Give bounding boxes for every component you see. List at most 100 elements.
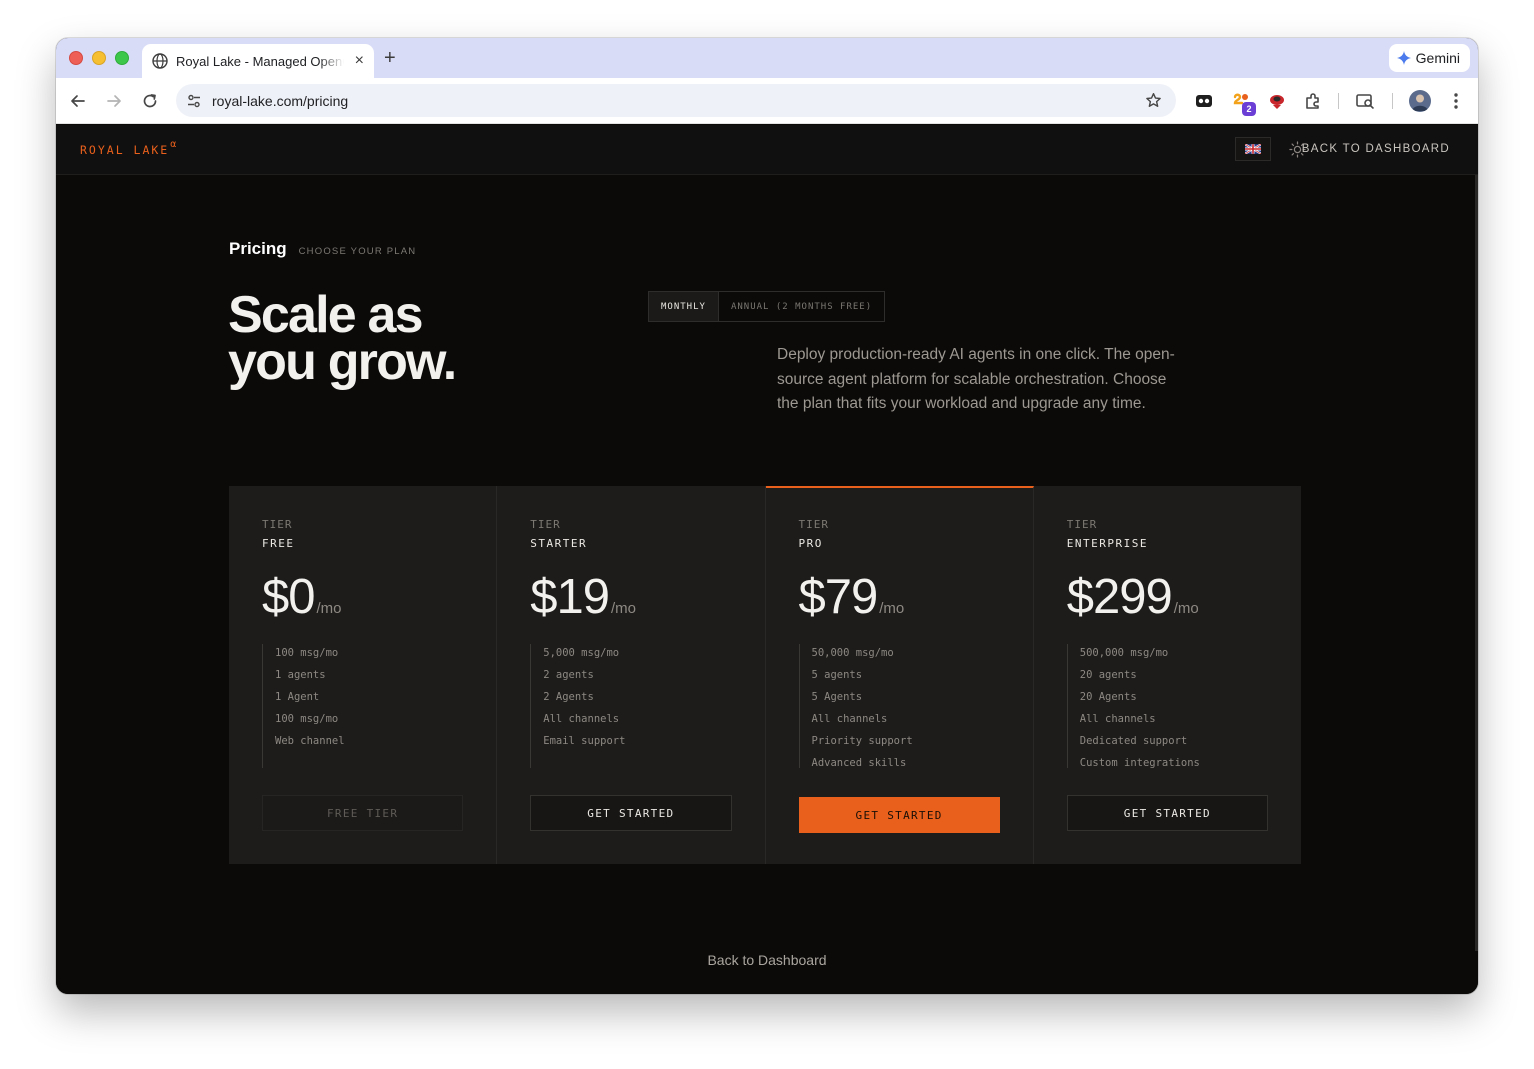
language-selector[interactable] — [1235, 137, 1271, 161]
plan-feature: Custom integrations — [1079, 757, 1200, 769]
plan-feature: 500,000 msg/mo — [1079, 647, 1169, 659]
plan-feature: 100 msg/mo — [275, 647, 339, 659]
pro-get-started-button[interactable]: GET STARTED — [798, 797, 1000, 833]
plan-period: /mo — [316, 600, 342, 617]
browser-tab[interactable]: Royal Lake - Managed OpenClaw × — [142, 44, 374, 78]
plan-feature: 5 Agents — [811, 691, 863, 703]
plan-feature: 2 agents — [543, 669, 594, 681]
bird-extension-icon[interactable] — [1267, 91, 1287, 111]
plan-tier-label: TIER — [1066, 518, 1098, 531]
page-content: ROYAL LAKEα BACK TO DASHBOARD Pricing CH… — [56, 125, 1478, 994]
logo-alpha: α — [170, 139, 177, 150]
extension-badge: 2 — [1242, 102, 1256, 116]
tab-manager-extension-icon[interactable] — [1194, 91, 1214, 111]
plan-feature: Email support — [543, 735, 626, 747]
plan-period: /mo — [611, 600, 637, 617]
plan-tier-label: TIER — [798, 518, 829, 531]
starter-get-started-button[interactable]: GET STARTED — [530, 795, 732, 831]
plan-price: $299 /mo — [1067, 570, 1268, 624]
plan-tier-label: TIER — [262, 518, 293, 531]
monthly-option[interactable]: MONTHLY — [649, 292, 719, 321]
enterprise-get-started-button[interactable]: GET STARTED — [1066, 795, 1268, 831]
plan-name: STARTER — [530, 537, 588, 550]
plan-card-enterprise: TIER ENTERPRISE $299 /mo 500,000 msg/mo … — [1033, 486, 1301, 864]
plan-card-pro: TIER PRO $79 /mo 50,000 msg/mo 5 agents … — [765, 486, 1034, 864]
plan-amount: $19 — [530, 570, 610, 624]
annual-option[interactable]: ANNUAL (2 MONTHS FREE) — [719, 292, 884, 321]
page-heading: Pricing CHOOSE YOUR PLAN — [229, 239, 416, 259]
free-tier-button[interactable]: FREE TIER — [262, 795, 464, 831]
browser-toolbar: royal-lake.com/pricing 2 — [56, 78, 1478, 124]
toolbar-separator — [1392, 93, 1393, 109]
profile-avatar[interactable] — [1409, 90, 1431, 112]
plan-feature: All channels — [543, 713, 620, 725]
page-scrollbar[interactable] — [1475, 175, 1478, 951]
site-settings-icon[interactable] — [186, 93, 202, 109]
plan-name: PRO — [798, 537, 823, 550]
plan-tier-label: TIER — [530, 518, 561, 531]
plan-price: $79 /mo — [799, 570, 1000, 624]
plan-price: $0 /mo — [262, 570, 463, 624]
uk-flag-icon — [1245, 144, 1261, 154]
plan-features: 100 msg/mo 1 agents 1 Agent 100 msg/mo W… — [262, 644, 463, 768]
gemini-spark-icon — [1396, 51, 1411, 65]
new-tab-button[interactable]: + — [384, 47, 396, 69]
plan-feature: Web channel — [275, 735, 345, 747]
plan-card-starter: TIER STARTER $19 /mo 5,000 msg/mo 2 agen… — [497, 486, 766, 864]
plan-feature: All channels — [1079, 713, 1156, 725]
plan-feature: 50,000 msg/mo — [811, 647, 894, 659]
plan-name: FREE — [262, 537, 295, 550]
back-icon[interactable] — [68, 91, 88, 111]
logo-text: ROYAL LAKE — [80, 143, 170, 157]
toolbar-separator — [1338, 93, 1339, 109]
reload-icon[interactable] — [140, 91, 160, 111]
menu-icon[interactable] — [1446, 91, 1466, 111]
back-to-dashboard-link[interactable]: BACK TO DASHBOARD — [1302, 143, 1450, 155]
plan-name: ENTERPRISE — [1066, 537, 1148, 550]
tab-close-icon[interactable]: × — [355, 53, 364, 69]
plan-card-free: TIER FREE $0 /mo 100 msg/mo 1 agents 1 A… — [229, 486, 498, 864]
address-bar[interactable]: royal-lake.com/pricing — [176, 84, 1176, 117]
plan-feature: 1 Agent — [275, 691, 320, 703]
plan-features: 5,000 msg/mo 2 agents 2 Agents All chann… — [530, 644, 731, 768]
site-logo[interactable]: ROYAL LAKEα — [80, 139, 176, 157]
back-to-dashboard-footer-link[interactable]: Back to Dashboard — [56, 952, 1478, 968]
plan-period: /mo — [1173, 600, 1199, 617]
globe-icon — [152, 53, 168, 69]
close-window-button[interactable] — [69, 51, 83, 65]
plan-feature: Dedicated support — [1079, 735, 1188, 747]
plan-feature: 20 agents — [1079, 669, 1137, 681]
page-subtitle: CHOOSE YOUR PLAN — [298, 246, 417, 257]
plan-feature: 20 Agents — [1079, 691, 1137, 703]
plan-features: 500,000 msg/mo 20 agents 20 Agents All c… — [1066, 644, 1268, 769]
reading-mode-icon[interactable] — [1355, 91, 1375, 111]
hero-description: Deploy production-ready AI agents in one… — [777, 346, 1175, 412]
plan-feature: Advanced skills — [811, 757, 907, 769]
extensions-icon[interactable] — [1303, 91, 1323, 111]
plan-amount: $79 — [798, 570, 879, 624]
pricing-plans: TIER FREE $0 /mo 100 msg/mo 1 agents 1 A… — [229, 486, 1301, 864]
plan-amount: $0 — [262, 570, 316, 624]
gemini-button[interactable]: Gemini — [1388, 44, 1470, 72]
tab-title: Royal Lake - Managed OpenClaw — [176, 53, 344, 69]
tab-strip: Royal Lake - Managed OpenClaw × + Gemini — [56, 38, 1478, 78]
page-title: Pricing — [229, 239, 287, 258]
hero-title-line-2: you grow. — [228, 333, 457, 391]
plan-feature: 5,000 msg/mo — [543, 647, 620, 659]
star-icon[interactable] — [1145, 92, 1162, 109]
plan-feature: 1 agents — [275, 669, 326, 681]
plan-feature: 5 agents — [811, 669, 863, 681]
billing-period-toggle: MONTHLY ANNUAL (2 MONTHS FREE) — [648, 291, 886, 322]
site-header: ROYAL LAKEα BACK TO DASHBOARD — [56, 125, 1478, 175]
minimize-window-button[interactable] — [92, 51, 106, 65]
maximize-window-button[interactable] — [115, 51, 129, 65]
url-text: royal-lake.com/pricing — [212, 92, 349, 109]
forward-icon[interactable] — [104, 91, 124, 111]
browser-window: Royal Lake - Managed OpenClaw × + Gemini — [56, 38, 1478, 994]
gemini-label: Gemini — [1415, 50, 1460, 66]
plan-feature: All channels — [811, 713, 888, 725]
extension-with-badge-icon[interactable]: 2 — [1231, 91, 1256, 116]
plan-feature: 2 Agents — [543, 691, 594, 703]
plan-price: $19 /mo — [530, 570, 731, 624]
plan-amount: $299 — [1066, 570, 1173, 624]
